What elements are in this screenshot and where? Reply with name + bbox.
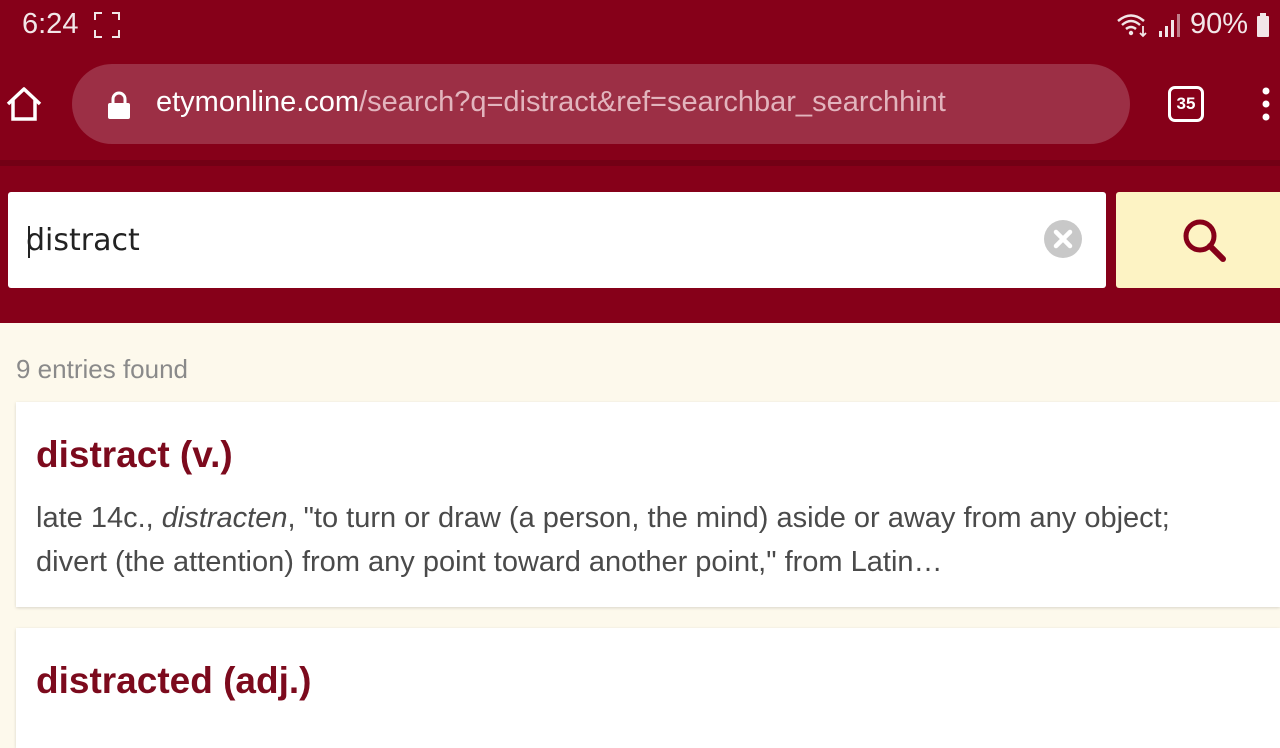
clear-icon[interactable] — [1042, 218, 1084, 260]
entries-count: 9 entries found — [16, 354, 189, 384]
search-section — [0, 160, 1280, 323]
search-input[interactable] — [26, 212, 1006, 268]
browser-toolbar: etymonline.com/search?q=distract&ref=sea… — [0, 52, 1280, 160]
screenshot-icon — [94, 12, 120, 38]
battery-percentage: 90% — [1189, 8, 1248, 40]
home-icon[interactable] — [4, 84, 44, 124]
url-path: /search?q=distract&ref=searchbar_searchh… — [359, 86, 946, 118]
snippet-italic: distracten — [161, 502, 288, 534]
search-icon — [1183, 219, 1226, 262]
signal-icon — [1158, 13, 1180, 37]
url-domain: etymonline.com — [156, 86, 360, 118]
address-bar[interactable]: etymonline.com/search?q=distract&ref=sea… — [72, 64, 1130, 144]
status-time: 6:24 — [22, 8, 79, 40]
battery-icon — [1257, 12, 1269, 37]
search-button[interactable] — [1116, 192, 1280, 288]
more-vertical-icon[interactable] — [1256, 84, 1276, 124]
result-card[interactable]: distracted (adj.) — [16, 628, 1280, 748]
result-card[interactable]: distract (v.) late 14c., distracten, "to… — [16, 402, 1280, 607]
status-icons: 90% — [1116, 8, 1270, 41]
status-bar: 6:24 90% — [0, 0, 1280, 52]
tabs-button[interactable]: 35 — [1168, 86, 1204, 122]
entry-snippet: late 14c., distracten, "to turn or draw … — [36, 496, 1216, 584]
entry-title[interactable]: distracted (adj.) — [36, 660, 312, 702]
url-text: etymonline.com/search?q=distract&ref=sea… — [156, 86, 946, 119]
search-box — [8, 192, 1106, 288]
text-caret — [28, 226, 30, 258]
entry-title[interactable]: distract (v.) — [36, 434, 233, 476]
lock-icon — [108, 91, 130, 119]
snippet-prefix: late 14c., — [36, 502, 162, 534]
wifi-icon — [1117, 13, 1147, 37]
